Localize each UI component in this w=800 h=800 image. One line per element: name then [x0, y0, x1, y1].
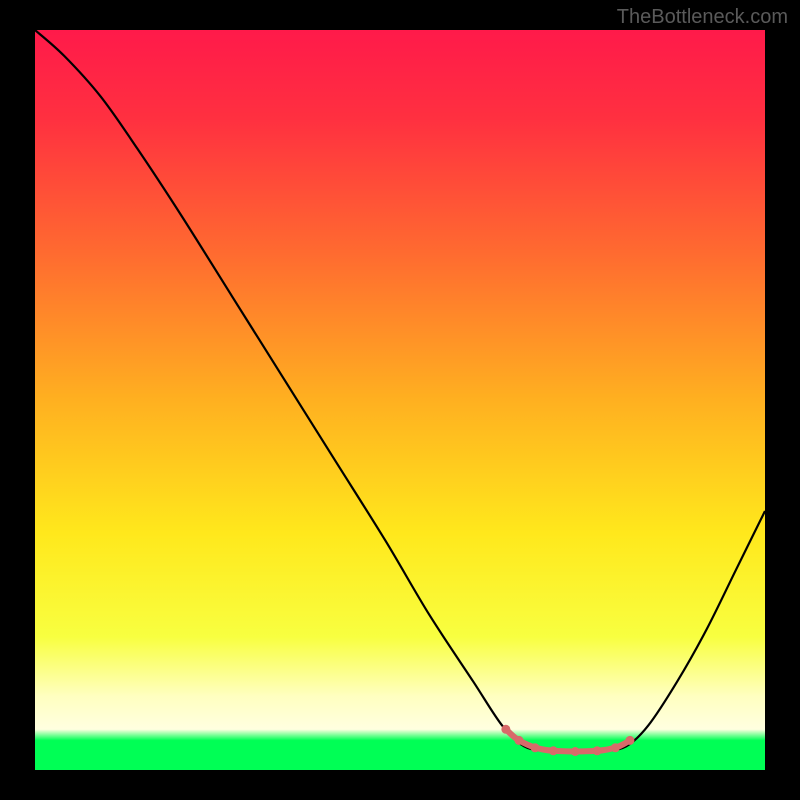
- highlight-dot: [571, 747, 580, 756]
- plot-area: [35, 30, 765, 770]
- highlight-dot: [593, 746, 602, 755]
- highlight-dot: [611, 743, 620, 752]
- highlight-dot: [625, 736, 634, 745]
- highlight-dot: [501, 725, 510, 734]
- highlight-dot: [549, 746, 558, 755]
- watermark-text: TheBottleneck.com: [617, 6, 788, 29]
- gradient-background: [35, 30, 765, 770]
- highlight-dot: [514, 736, 523, 745]
- chart-container: TheBottleneck.com: [0, 0, 800, 800]
- bottleneck-chart: [35, 30, 765, 770]
- highlight-dot: [531, 743, 540, 752]
